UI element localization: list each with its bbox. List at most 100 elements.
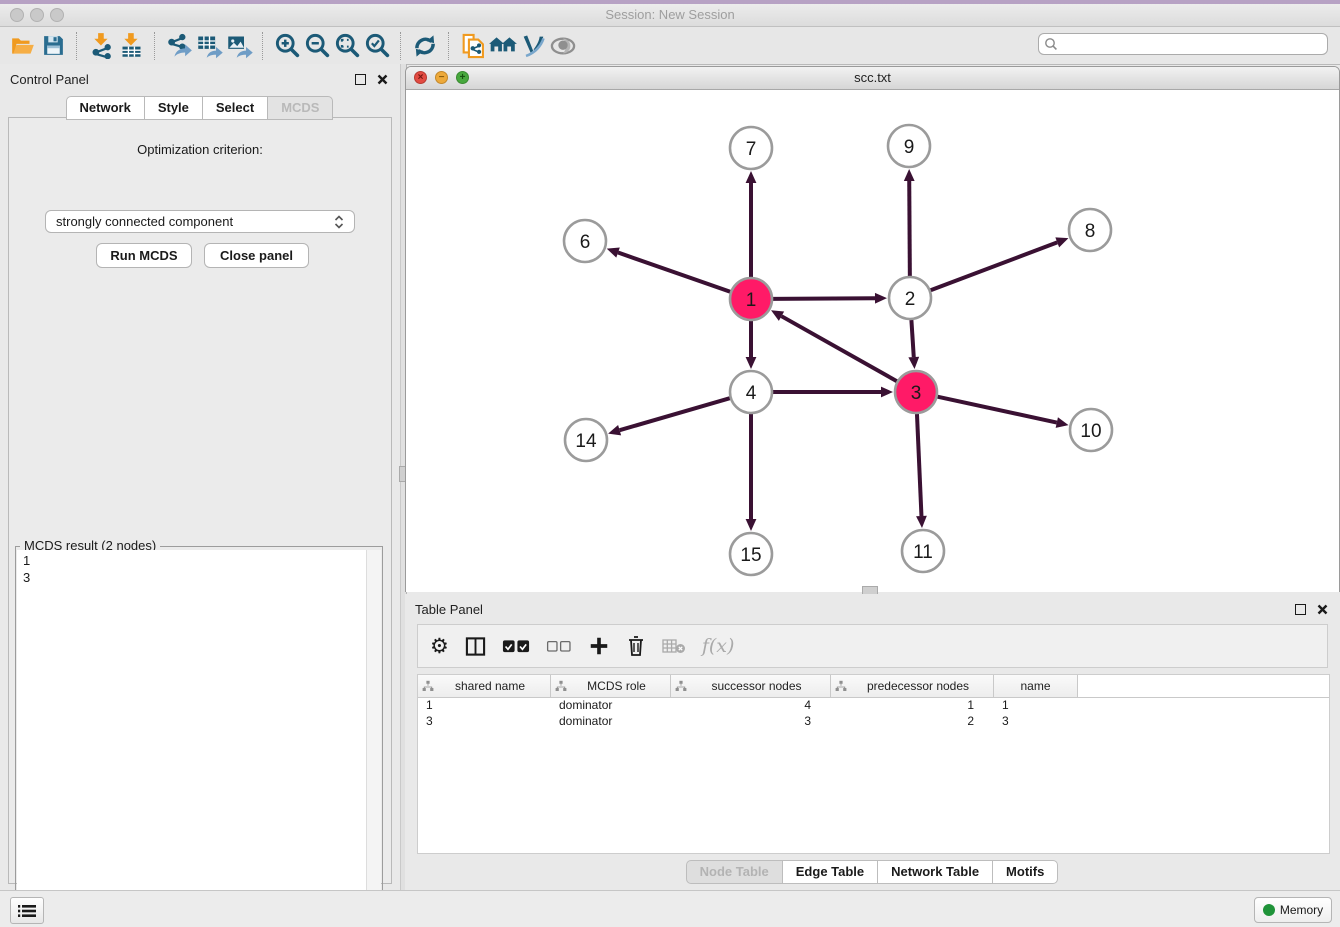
graph-edge-2-8[interactable]: [931, 242, 1058, 290]
table-tab-edge-table[interactable]: Edge Table: [782, 860, 878, 884]
graph-edge-2-3[interactable]: [911, 320, 913, 357]
graph-node-label: 6: [580, 232, 591, 253]
graph-edge-3-11[interactable]: [917, 414, 921, 516]
control-tab-select[interactable]: Select: [202, 96, 268, 120]
network-maximize-button[interactable]: +: [456, 71, 469, 84]
graph-edge-3-10[interactable]: [937, 397, 1056, 423]
control-tab-mcds[interactable]: MCDS: [267, 96, 333, 120]
graph-node-label: 7: [746, 139, 757, 160]
zoom-fit-icon[interactable]: [332, 31, 362, 61]
delete-icon[interactable]: [626, 635, 646, 657]
mcds-result-list[interactable]: 13: [17, 550, 367, 924]
graph-edge-1-6[interactable]: [618, 253, 730, 292]
network-graph[interactable]: 7968124314101511: [406, 90, 1339, 592]
mcds-tab-content: Optimization criterion: strongly connect…: [8, 117, 392, 884]
mcds-result-item[interactable]: 3: [23, 569, 367, 586]
export-image-icon[interactable]: [224, 31, 254, 61]
zoom-out-icon[interactable]: [302, 31, 332, 61]
graph-edge-4-14[interactable]: [620, 398, 730, 430]
select-all-icon[interactable]: [502, 639, 530, 654]
task-history-button[interactable]: [10, 897, 44, 924]
table-cell[interactable]: 1: [831, 698, 994, 714]
graph-edge-3-1[interactable]: [781, 316, 896, 381]
mcds-result-scrollbar[interactable]: [366, 550, 381, 924]
control-panel-tabs: NetworkStyleSelectMCDS: [0, 96, 400, 120]
column-header-successor-nodes[interactable]: successor nodes: [671, 675, 831, 697]
table-panel-title: Table Panel: [415, 602, 1286, 617]
table-row[interactable]: 3dominator323: [418, 714, 1329, 730]
open-folder-icon[interactable]: [8, 31, 38, 61]
function-builder-icon[interactable]: f(x): [702, 635, 735, 657]
table-toolbar: ⚙ f(x): [417, 624, 1328, 668]
delete-table-icon[interactable]: [662, 638, 686, 654]
edge-arrowhead: [746, 357, 757, 369]
memory-button[interactable]: Memory: [1254, 897, 1332, 923]
window-zoom-button[interactable]: [50, 8, 64, 22]
edge-arrowhead: [607, 247, 620, 257]
zoom-selected-icon[interactable]: [362, 31, 392, 61]
control-tab-style[interactable]: Style: [144, 96, 203, 120]
toolbar-separator: [154, 32, 156, 60]
run-mcds-button[interactable]: Run MCDS: [96, 243, 192, 268]
search-icon: [1044, 37, 1058, 51]
show-graphics-icon[interactable]: [548, 31, 578, 61]
table-tab-node-table[interactable]: Node Table: [686, 860, 783, 884]
zoom-in-icon[interactable]: [272, 31, 302, 61]
column-header-MCDS-role[interactable]: MCDS role: [551, 675, 671, 697]
control-tab-network[interactable]: Network: [66, 96, 145, 120]
split-panel-icon[interactable]: [465, 636, 486, 657]
table-cell[interactable]: 1: [418, 698, 551, 714]
hide-annotations-icon[interactable]: [518, 31, 548, 61]
table-tab-network-table[interactable]: Network Table: [877, 860, 993, 884]
clone-network-icon[interactable]: [458, 31, 488, 61]
close-panel-icon[interactable]: [374, 71, 390, 87]
network-window-titlebar[interactable]: × − + scc.txt: [406, 67, 1339, 90]
memory-status-icon: [1263, 904, 1275, 916]
network-close-button[interactable]: ×: [414, 71, 427, 84]
graph-node-label: 2: [905, 289, 916, 310]
table-cell[interactable]: 3: [994, 714, 1078, 730]
column-header-name[interactable]: name: [994, 675, 1078, 697]
save-icon[interactable]: [38, 31, 68, 61]
import-network-icon[interactable]: [86, 31, 116, 61]
table-row[interactable]: 1dominator411: [418, 698, 1329, 714]
graph-node-label: 1: [746, 290, 757, 311]
toolbar-separator: [400, 32, 402, 60]
deselect-all-icon[interactable]: [546, 640, 572, 653]
first-neighbors-icon[interactable]: [488, 31, 518, 61]
table-cell[interactable]: 3: [418, 714, 551, 730]
import-table-icon[interactable]: [116, 31, 146, 61]
search-input[interactable]: [1038, 33, 1328, 55]
table-tab-motifs[interactable]: Motifs: [992, 860, 1058, 884]
window-close-button[interactable]: [10, 8, 24, 22]
gear-icon[interactable]: ⚙: [430, 636, 449, 657]
network-view-window: × − + scc.txt 7968124314101511: [405, 66, 1340, 592]
column-header-shared-name[interactable]: shared name: [418, 675, 551, 697]
table-cell[interactable]: 3: [671, 714, 831, 730]
graph-edge-1-2[interactable]: [773, 298, 875, 299]
table-cell[interactable]: dominator: [551, 714, 671, 730]
window-minimize-button[interactable]: [30, 8, 44, 22]
close-panel-button[interactable]: Close panel: [204, 243, 309, 268]
network-canvas[interactable]: 7968124314101511: [406, 90, 1339, 592]
table-cell[interactable]: dominator: [551, 698, 671, 714]
column-header-predecessor-nodes[interactable]: predecessor nodes: [831, 675, 994, 697]
graph-node-label: 8: [1085, 221, 1096, 242]
float-panel-icon[interactable]: [352, 71, 368, 87]
export-network-icon[interactable]: [164, 31, 194, 61]
table-cell[interactable]: 2: [831, 714, 994, 730]
float-table-panel-icon[interactable]: [1292, 601, 1308, 617]
memory-label: Memory: [1280, 903, 1323, 917]
add-column-icon[interactable]: [588, 635, 610, 657]
close-table-panel-icon[interactable]: [1314, 601, 1330, 617]
network-minimize-button[interactable]: −: [435, 71, 448, 84]
table-cell[interactable]: 4: [671, 698, 831, 714]
refresh-icon[interactable]: [410, 31, 440, 61]
export-table-icon[interactable]: [194, 31, 224, 61]
optimization-criterion-select[interactable]: strongly connected component: [45, 210, 355, 233]
edge-arrowhead: [875, 293, 887, 304]
graph-edge-2-9[interactable]: [909, 181, 910, 276]
table-cell[interactable]: 1: [994, 698, 1078, 714]
toolbar-separator: [76, 32, 78, 60]
mcds-result-item[interactable]: 1: [23, 552, 367, 569]
